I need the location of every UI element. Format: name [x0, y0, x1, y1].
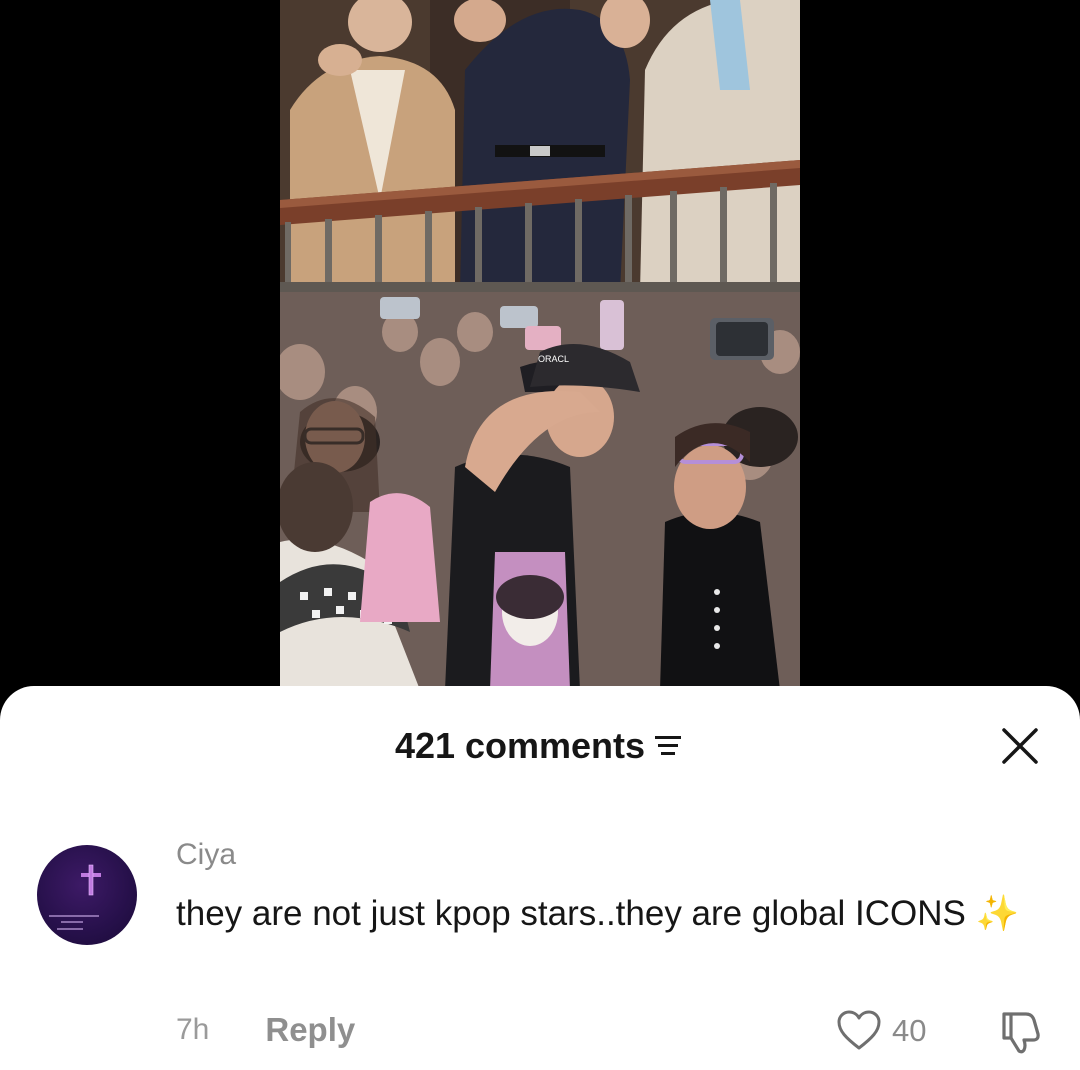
- comment-count-label: 421 comments: [394, 725, 646, 766]
- screen: ORACL 421 comments Ciya they are not jus…: [0, 0, 1080, 1070]
- video-frame-balcony: [280, 0, 800, 292]
- balcony-scene-image: [280, 0, 800, 292]
- video-player[interactable]: ORACL: [280, 0, 800, 690]
- reply-button[interactable]: Reply: [265, 1011, 355, 1049]
- comment-meta: 7h Reply: [176, 1008, 355, 1052]
- crowd-scene-image: ORACL: [280, 292, 800, 690]
- like-count: 40: [892, 1013, 927, 1048]
- avatar[interactable]: [37, 845, 137, 945]
- video-frame-crowd: ORACL: [280, 292, 800, 690]
- cap-print-text: ORACL: [538, 354, 569, 364]
- sort-lines-icon: [655, 736, 682, 755]
- comment-text: they are not just kpop stars..they are g…: [176, 894, 1020, 933]
- like-button[interactable]: 40: [836, 1008, 926, 1054]
- comment-timestamp: 7h: [176, 1013, 210, 1046]
- comment-username[interactable]: Ciya: [176, 838, 236, 872]
- thumbs-down-icon[interactable]: [996, 1008, 1042, 1054]
- comments-header: 421 comments: [0, 722, 1080, 770]
- comments-sort-toggle[interactable]: 421 comments: [395, 725, 685, 767]
- comments-sheet: 421 comments Ciya they are not just kpop…: [0, 686, 1080, 1070]
- close-icon[interactable]: [1000, 726, 1040, 766]
- cross-icon: [49, 864, 101, 930]
- heart-outline-icon: [837, 1010, 881, 1050]
